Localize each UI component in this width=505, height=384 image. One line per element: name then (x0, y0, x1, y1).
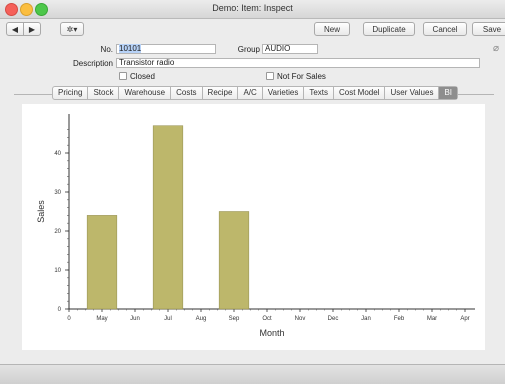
window-title: Demo: Item: Inspect (212, 3, 293, 13)
toolbar: ◀ ▶ ✲▾ New Duplicate Cancel Save (0, 19, 505, 39)
tab-texts[interactable]: Texts (304, 87, 334, 99)
description-field[interactable]: Transistor radio (116, 58, 480, 68)
tab-user-values[interactable]: User Values (385, 87, 440, 99)
x-tick-label: Jan (361, 316, 371, 322)
back-button[interactable]: ◀ (6, 22, 24, 36)
tab-cost-model[interactable]: Cost Model (334, 87, 386, 99)
tab-warehouse[interactable]: Warehouse (119, 87, 172, 99)
x-tick-label: Feb (394, 316, 405, 322)
paperclip-icon[interactable]: ⌀ (493, 43, 499, 54)
x-tick-label: Oct (262, 316, 272, 322)
y-tick-label: 10 (54, 268, 61, 274)
back-icon: ◀ (11, 24, 19, 34)
tab-pricing[interactable]: Pricing (53, 87, 89, 99)
card-tabs: Pricing Stock Warehouse Costs Recipe A/C Varie… (52, 86, 459, 100)
x-tick-label: 0 (67, 316, 71, 322)
no-value: 10101 (119, 44, 142, 53)
app-window: Demo: Item: Inspect ◀ ▶ ✲▾ New Duplicate… (0, 0, 505, 384)
title-bar: Demo: Item: Inspect (0, 0, 505, 19)
tab-bi[interactable]: BI (439, 87, 458, 99)
x-tick-label: Sep (229, 316, 240, 322)
y-tick-label: 20 (54, 229, 61, 235)
group-field[interactable]: AUDIO (262, 44, 318, 54)
tab-stock[interactable]: Stock (88, 87, 120, 99)
group-label: Group (237, 45, 260, 54)
cancel-button[interactable]: Cancel (423, 22, 467, 36)
tab-a-c[interactable]: A/C (238, 87, 263, 99)
bi-chart-panel: 0 10 20 30 40 0 May Jun Jul Aug Sep Oct Nov Dec Jan Feb… (22, 104, 485, 350)
x-tick-label: Dec (328, 316, 339, 322)
bar-may (86, 215, 118, 310)
gear-icon: ✲▾ (66, 24, 78, 34)
y-axis-title: Sales (36, 200, 46, 223)
duplicate-button[interactable]: Duplicate (363, 22, 415, 36)
closed-checkbox[interactable] (119, 72, 127, 80)
sales-chart: 0 10 20 30 40 0 May Jun Jul Aug Sep Oct Nov Dec Jan Feb… (36, 114, 475, 338)
forward-button[interactable]: ▶ (23, 22, 41, 36)
record-header: No. 10101 Group AUDIO Description Transi… (0, 40, 505, 88)
no-label: No. (100, 45, 113, 54)
x-axis-title: Month (259, 328, 284, 338)
y-tick-label: 40 (54, 151, 61, 157)
forward-icon: ▶ (28, 24, 36, 34)
bar-jul (152, 125, 184, 310)
x-tick-label: Jul (164, 316, 172, 322)
closed-label: Closed (130, 72, 155, 81)
tab-costs[interactable]: Costs (171, 87, 203, 99)
tab-recipe[interactable]: Recipe (203, 87, 239, 99)
no-field[interactable]: 10101 (116, 44, 216, 54)
tab-varieties[interactable]: Varieties (263, 87, 305, 99)
save-button[interactable]: Save (472, 22, 505, 36)
x-tick-label: Mar (427, 316, 437, 322)
status-bar (0, 364, 505, 384)
x-tick-label: Aug (196, 316, 207, 322)
y-tick-label: 30 (54, 190, 61, 196)
x-tick-label: May (96, 316, 107, 322)
description-label: Description (72, 59, 113, 68)
not-for-sales-label: Not For Sales (277, 72, 326, 81)
y-tick-label: 0 (58, 307, 62, 313)
bar-sep (218, 211, 250, 310)
new-button[interactable]: New (314, 22, 350, 36)
operations-menu-button[interactable]: ✲▾ (60, 22, 84, 36)
not-for-sales-checkbox[interactable] (266, 72, 274, 80)
x-tick-label: Jun (130, 316, 140, 322)
x-tick-label: Apr (460, 316, 469, 322)
x-tick-label: Nov (295, 316, 306, 322)
